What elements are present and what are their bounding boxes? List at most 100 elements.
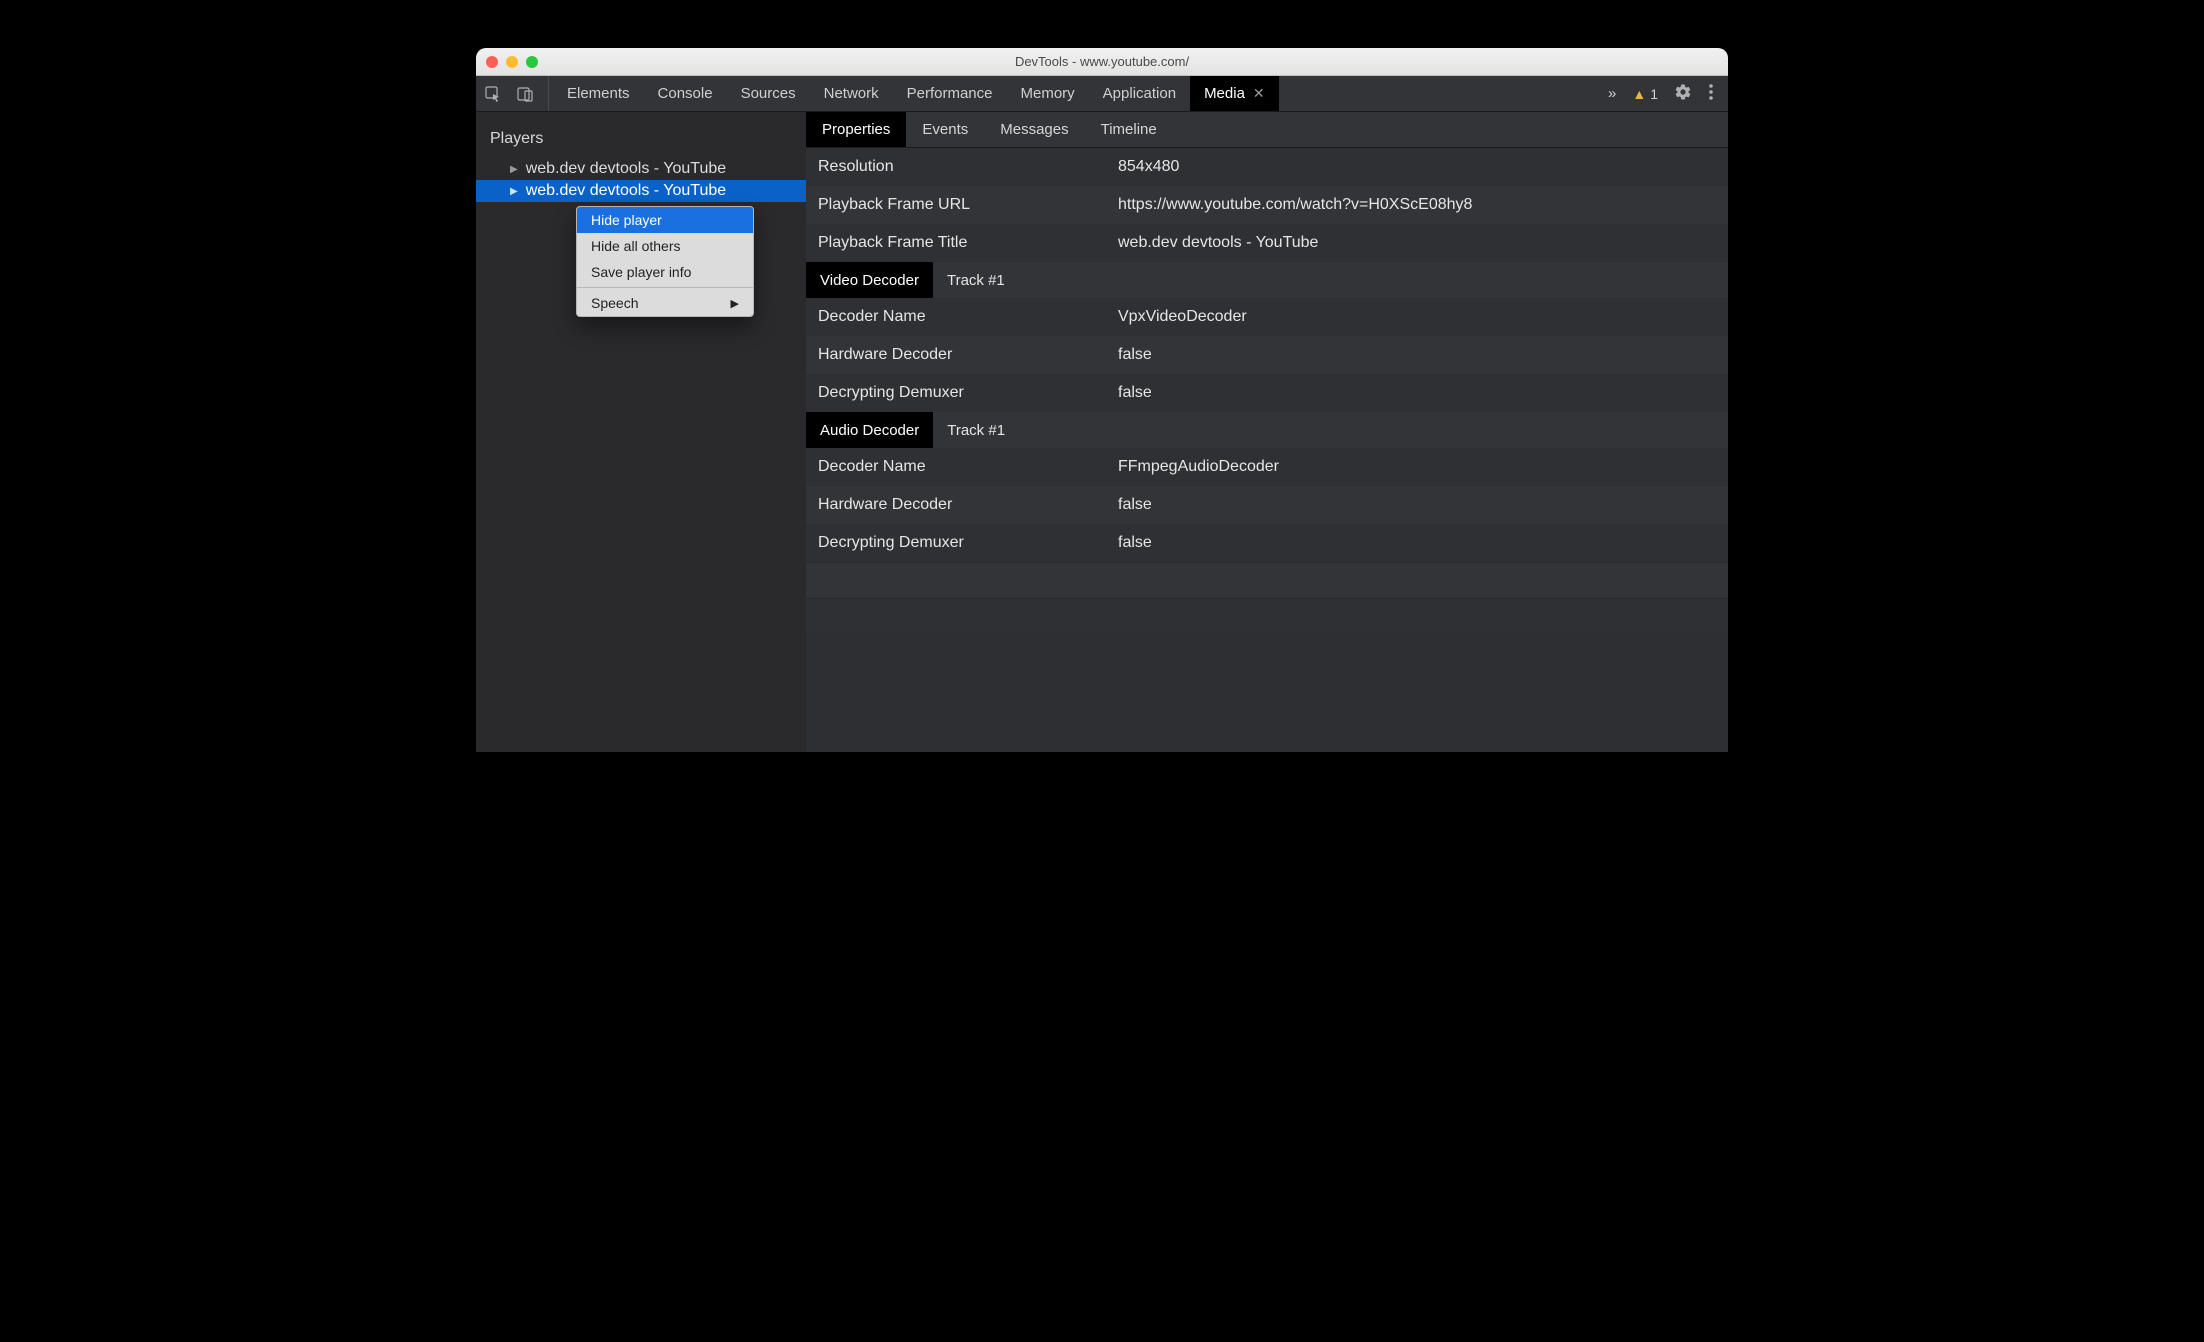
window-zoom-button[interactable] — [526, 56, 538, 68]
tab-label: Network — [824, 85, 879, 102]
devtools-window: DevTools - www.youtube.com/ Elements Con… — [476, 48, 1728, 752]
sidebar-heading: Players — [476, 126, 806, 158]
context-menu-separator — [577, 287, 753, 288]
players-sidebar: Players ▶ web.dev devtools - YouTube ▶ w… — [476, 112, 806, 752]
context-menu-hide-player[interactable]: Hide player — [577, 207, 753, 233]
subtab-timeline[interactable]: Timeline — [1085, 112, 1173, 147]
player-item-label: web.dev devtools - YouTube — [526, 182, 726, 200]
tab-label: Elements — [567, 85, 630, 102]
section-video-decoder: Video Decoder Track #1 — [806, 262, 1728, 298]
tab-console[interactable]: Console — [644, 76, 727, 111]
panel-body: Players ▶ web.dev devtools - YouTube ▶ w… — [476, 112, 1728, 752]
subtab-label: Events — [922, 121, 968, 138]
devtools-toolbar: Elements Console Sources Network Perform… — [476, 76, 1728, 112]
prop-value: https://www.youtube.com/watch?v=H0XScE08… — [1118, 196, 1716, 214]
window-minimize-button[interactable] — [506, 56, 518, 68]
prop-value: false — [1118, 346, 1716, 364]
context-menu-speech[interactable]: Speech ▶ — [577, 290, 753, 316]
submenu-caret-icon: ▶ — [731, 297, 739, 310]
tab-media[interactable]: Media ✕ — [1190, 76, 1279, 111]
tab-label: Memory — [1021, 85, 1075, 102]
play-triangle-icon: ▶ — [510, 186, 518, 197]
warning-count: 1 — [1650, 86, 1658, 102]
prop-key: Playback Frame Title — [818, 234, 1118, 252]
tab-performance[interactable]: Performance — [893, 76, 1007, 111]
prop-key: Hardware Decoder — [818, 346, 1118, 364]
player-item[interactable]: ▶ web.dev devtools - YouTube — [476, 158, 806, 180]
kebab-menu-icon[interactable] — [1708, 83, 1714, 105]
tab-memory[interactable]: Memory — [1007, 76, 1089, 111]
prop-row-video-decrypting: Decrypting Demuxer false — [806, 374, 1728, 412]
section-audio-decoder: Audio Decoder Track #1 — [806, 412, 1728, 448]
inspect-element-icon[interactable] — [484, 85, 502, 103]
prop-value: false — [1118, 496, 1716, 514]
toolbar-left-icons — [484, 76, 549, 111]
subtab-label: Properties — [822, 121, 890, 138]
subtab-events[interactable]: Events — [906, 112, 984, 147]
prop-value: VpxVideoDecoder — [1118, 308, 1716, 326]
prop-key: Decrypting Demuxer — [818, 384, 1118, 402]
prop-value: 854x480 — [1118, 158, 1716, 176]
settings-gear-icon[interactable] — [1674, 83, 1692, 105]
tab-application[interactable]: Application — [1089, 76, 1190, 111]
section-title: Video Decoder — [806, 262, 933, 298]
prop-row-audio-decrypting: Decrypting Demuxer false — [806, 524, 1728, 562]
section-title: Audio Decoder — [806, 412, 933, 448]
properties-grid: Resolution 854x480 Playback Frame URL ht… — [806, 148, 1728, 634]
subtab-messages[interactable]: Messages — [984, 112, 1084, 147]
details-subtabs: Properties Events Messages Timeline — [806, 112, 1728, 148]
tab-label: Application — [1103, 85, 1176, 102]
tab-label: Performance — [907, 85, 993, 102]
tab-label: Console — [658, 85, 713, 102]
context-menu: Hide player Hide all others Save player … — [576, 206, 754, 317]
context-menu-save-player-info[interactable]: Save player info — [577, 259, 753, 285]
context-menu-item-label: Speech — [591, 295, 638, 311]
empty-row — [806, 562, 1728, 598]
prop-key: Decoder Name — [818, 308, 1118, 326]
prop-row-video-decoder-name: Decoder Name VpxVideoDecoder — [806, 298, 1728, 336]
window-close-button[interactable] — [486, 56, 498, 68]
warnings-badge[interactable]: ▲ 1 — [1632, 86, 1658, 102]
tab-label: Sources — [741, 85, 796, 102]
more-tabs-icon[interactable]: » — [1608, 85, 1616, 102]
panel-tabs: Elements Console Sources Network Perform… — [553, 76, 1279, 111]
subtab-label: Messages — [1000, 121, 1068, 138]
close-tab-icon[interactable]: ✕ — [1253, 85, 1265, 102]
device-toolbar-icon[interactable] — [516, 85, 534, 103]
warning-triangle-icon: ▲ — [1632, 86, 1646, 102]
prop-row-resolution: Resolution 854x480 — [806, 148, 1728, 186]
prop-key: Playback Frame URL — [818, 196, 1118, 214]
player-item-label: web.dev devtools - YouTube — [526, 160, 726, 178]
prop-key: Decrypting Demuxer — [818, 534, 1118, 552]
prop-key: Hardware Decoder — [818, 496, 1118, 514]
section-track: Track #1 — [933, 412, 1019, 448]
prop-row-audio-decoder-name: Decoder Name FFmpegAudioDecoder — [806, 448, 1728, 486]
titlebar: DevTools - www.youtube.com/ — [476, 48, 1728, 76]
traffic-lights — [486, 56, 538, 68]
details-pane: Properties Events Messages Timeline Reso… — [806, 112, 1728, 752]
window-title: DevTools - www.youtube.com/ — [476, 54, 1728, 69]
prop-value: web.dev devtools - YouTube — [1118, 234, 1716, 252]
tab-sources[interactable]: Sources — [727, 76, 810, 111]
prop-row-video-hardware: Hardware Decoder false — [806, 336, 1728, 374]
empty-row — [806, 598, 1728, 634]
section-track: Track #1 — [933, 262, 1019, 298]
prop-value: FFmpegAudioDecoder — [1118, 458, 1716, 476]
prop-row-playback-url: Playback Frame URL https://www.youtube.c… — [806, 186, 1728, 224]
context-menu-item-label: Hide all others — [591, 238, 681, 254]
toolbar-right: » ▲ 1 — [1608, 83, 1720, 105]
tab-label: Media — [1204, 85, 1245, 102]
prop-row-playback-title: Playback Frame Title web.dev devtools - … — [806, 224, 1728, 262]
prop-key: Decoder Name — [818, 458, 1118, 476]
tab-network[interactable]: Network — [810, 76, 893, 111]
context-menu-hide-all-others[interactable]: Hide all others — [577, 233, 753, 259]
subtab-label: Timeline — [1101, 121, 1157, 138]
prop-value: false — [1118, 534, 1716, 552]
context-menu-item-label: Save player info — [591, 264, 691, 280]
player-item-selected[interactable]: ▶ web.dev devtools - YouTube — [476, 180, 806, 202]
subtab-properties[interactable]: Properties — [806, 112, 906, 147]
context-menu-item-label: Hide player — [591, 212, 662, 228]
tab-elements[interactable]: Elements — [553, 76, 644, 111]
play-triangle-icon: ▶ — [510, 164, 518, 175]
prop-key: Resolution — [818, 158, 1118, 176]
